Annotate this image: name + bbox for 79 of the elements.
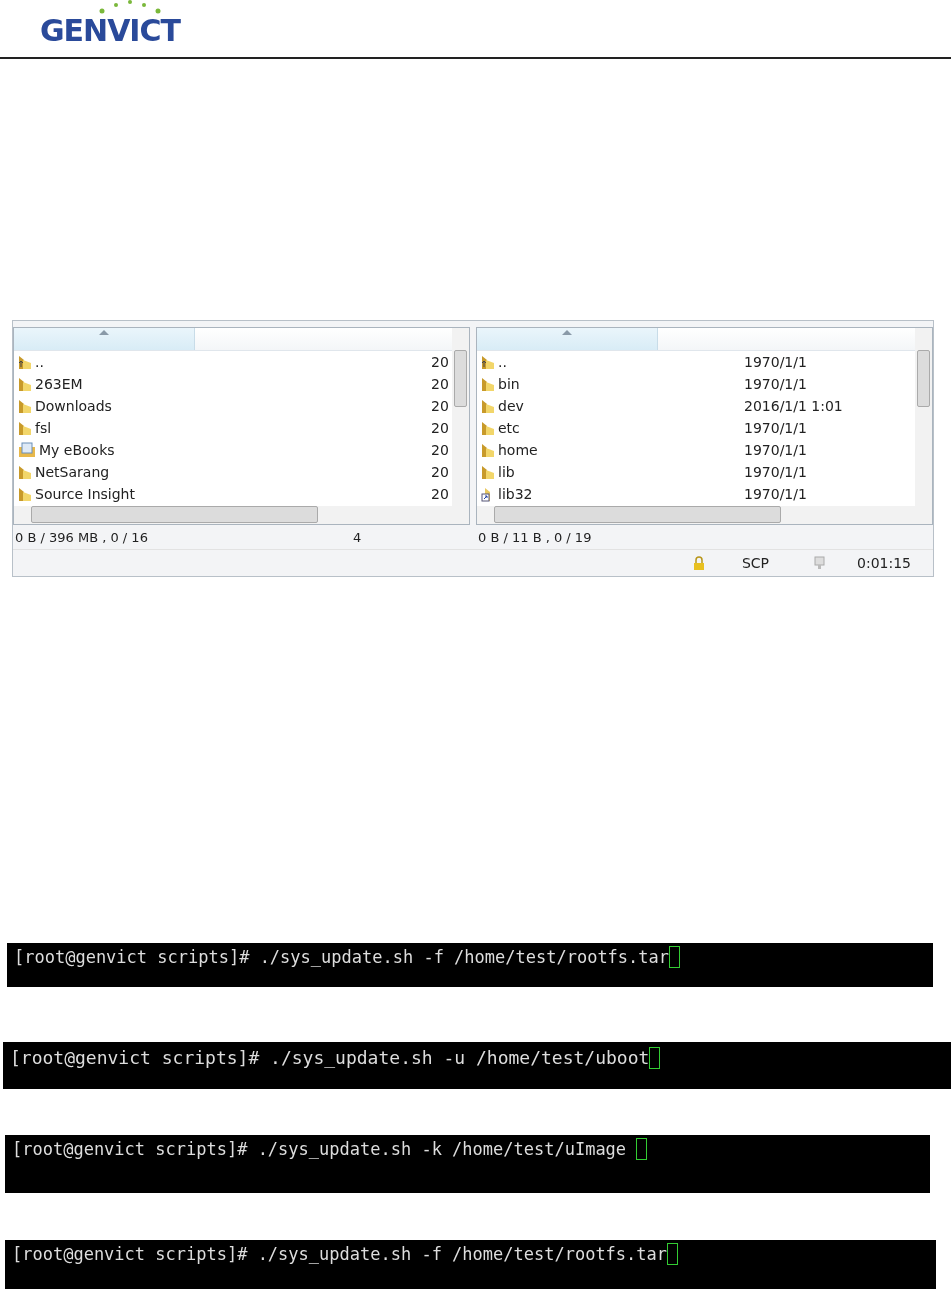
file-date: 1970/1/1 xyxy=(744,420,808,436)
file-date: 20 xyxy=(431,464,450,480)
cursor xyxy=(667,1243,679,1265)
folder-icon xyxy=(18,486,32,502)
folder-icon xyxy=(18,420,32,436)
file-date: 1970/1/1 xyxy=(744,442,808,458)
sort-arrow-icon xyxy=(562,330,572,335)
logo: GENVICT xyxy=(39,14,180,48)
file-row[interactable]: 263EM 20 xyxy=(14,373,451,395)
horizontal-scrollbar[interactable] xyxy=(477,506,932,524)
file-name: NetSarang xyxy=(35,464,111,480)
selection-status: 0 B / 11 B , 0 / 19 xyxy=(478,529,592,545)
library-icon xyxy=(18,442,36,458)
monitor-icon xyxy=(813,556,827,570)
command-line: [root@genvict scripts]# ./sys_update.sh -u /home/test/uboot xyxy=(10,1046,650,1070)
up-folder-icon xyxy=(18,354,32,370)
cursor xyxy=(649,1047,661,1069)
file-row[interactable]: bin 1970/1/1 xyxy=(477,373,914,395)
file-name: Source Insight xyxy=(35,486,136,502)
file-date: 1970/1/1 xyxy=(744,376,808,392)
file-date: 1970/1/1 xyxy=(744,486,808,502)
file-name: Downloads xyxy=(35,398,113,414)
file-date: 20 xyxy=(431,376,450,392)
file-name: lib32 xyxy=(498,486,534,502)
file-date: 20 xyxy=(431,398,450,414)
folder-icon xyxy=(481,398,495,414)
file-row[interactable]: NetSarang 20 xyxy=(14,461,451,483)
file-row[interactable]: .. 1970/1/1 xyxy=(477,351,914,373)
cursor xyxy=(669,946,681,968)
file-date: 1970/1/1 xyxy=(744,354,808,370)
file-date: 20 xyxy=(431,442,450,458)
file-name: 263EM xyxy=(35,376,84,392)
command-line: [root@genvict scripts]# ./sys_update.sh -k /home/test/uImage xyxy=(12,1138,628,1161)
file-row[interactable]: Downloads 20 xyxy=(14,395,451,417)
status-count: 4 xyxy=(352,529,362,545)
file-date: 2016/1/1 1:01 xyxy=(744,398,844,414)
file-date: 20 xyxy=(431,354,450,370)
file-row[interactable]: lib 1970/1/1 xyxy=(477,461,914,483)
protocol-label: SCP xyxy=(741,555,769,571)
file-date: 1970/1/1 xyxy=(744,464,808,480)
vertical-scrollbar[interactable] xyxy=(452,328,469,506)
file-row[interactable]: Source Insight 20 xyxy=(14,483,451,505)
file-row[interactable]: fsl 20 xyxy=(14,417,451,439)
lock-icon xyxy=(691,556,706,570)
file-name: home xyxy=(498,442,539,458)
folder-icon xyxy=(18,376,32,392)
elapsed-time: 0:01:15 xyxy=(857,555,911,571)
file-name: dev xyxy=(498,398,525,414)
command-line: [root@genvict scripts]# ./sys_update.sh -f /home/test/rootfs.tar xyxy=(14,946,670,969)
horizontal-scrollbar[interactable] xyxy=(14,506,469,524)
file-row[interactable]: dev 2016/1/1 1:01 xyxy=(477,395,914,417)
vertical-scrollbar[interactable] xyxy=(915,328,932,506)
column-header[interactable] xyxy=(14,328,195,350)
file-name: lib xyxy=(498,464,516,480)
file-row[interactable]: My eBooks 20 xyxy=(14,439,451,461)
file-name: My eBooks xyxy=(39,442,116,458)
file-name: .. xyxy=(498,354,508,370)
file-name: fsl xyxy=(35,420,53,436)
command-line: [root@genvict scripts]# ./sys_update.sh -f /home/test/rootfs.tar xyxy=(12,1243,668,1266)
selection-status: 0 B / 396 MB , 0 / 16 xyxy=(15,529,148,545)
file-date: 20 xyxy=(431,420,450,436)
file-name: etc xyxy=(498,420,521,436)
folder-icon xyxy=(18,398,32,414)
file-row[interactable]: etc 1970/1/1 xyxy=(477,417,914,439)
folder-icon xyxy=(18,464,32,480)
folder-icon xyxy=(481,376,495,392)
folder-icon xyxy=(481,442,495,458)
folder-icon xyxy=(481,420,495,436)
file-row[interactable]: lib32 1970/1/1 xyxy=(477,483,914,505)
sort-arrow-icon xyxy=(99,330,109,335)
cursor xyxy=(636,1138,648,1160)
up-folder-icon xyxy=(481,354,495,370)
file-name: bin xyxy=(498,376,521,392)
file-row[interactable]: .. 20 xyxy=(14,351,451,373)
file-row[interactable]: home 1970/1/1 xyxy=(477,439,914,461)
folder-icon xyxy=(481,464,495,480)
file-name: .. xyxy=(35,354,45,370)
column-header[interactable] xyxy=(477,328,658,350)
file-date: 20 xyxy=(431,486,450,502)
